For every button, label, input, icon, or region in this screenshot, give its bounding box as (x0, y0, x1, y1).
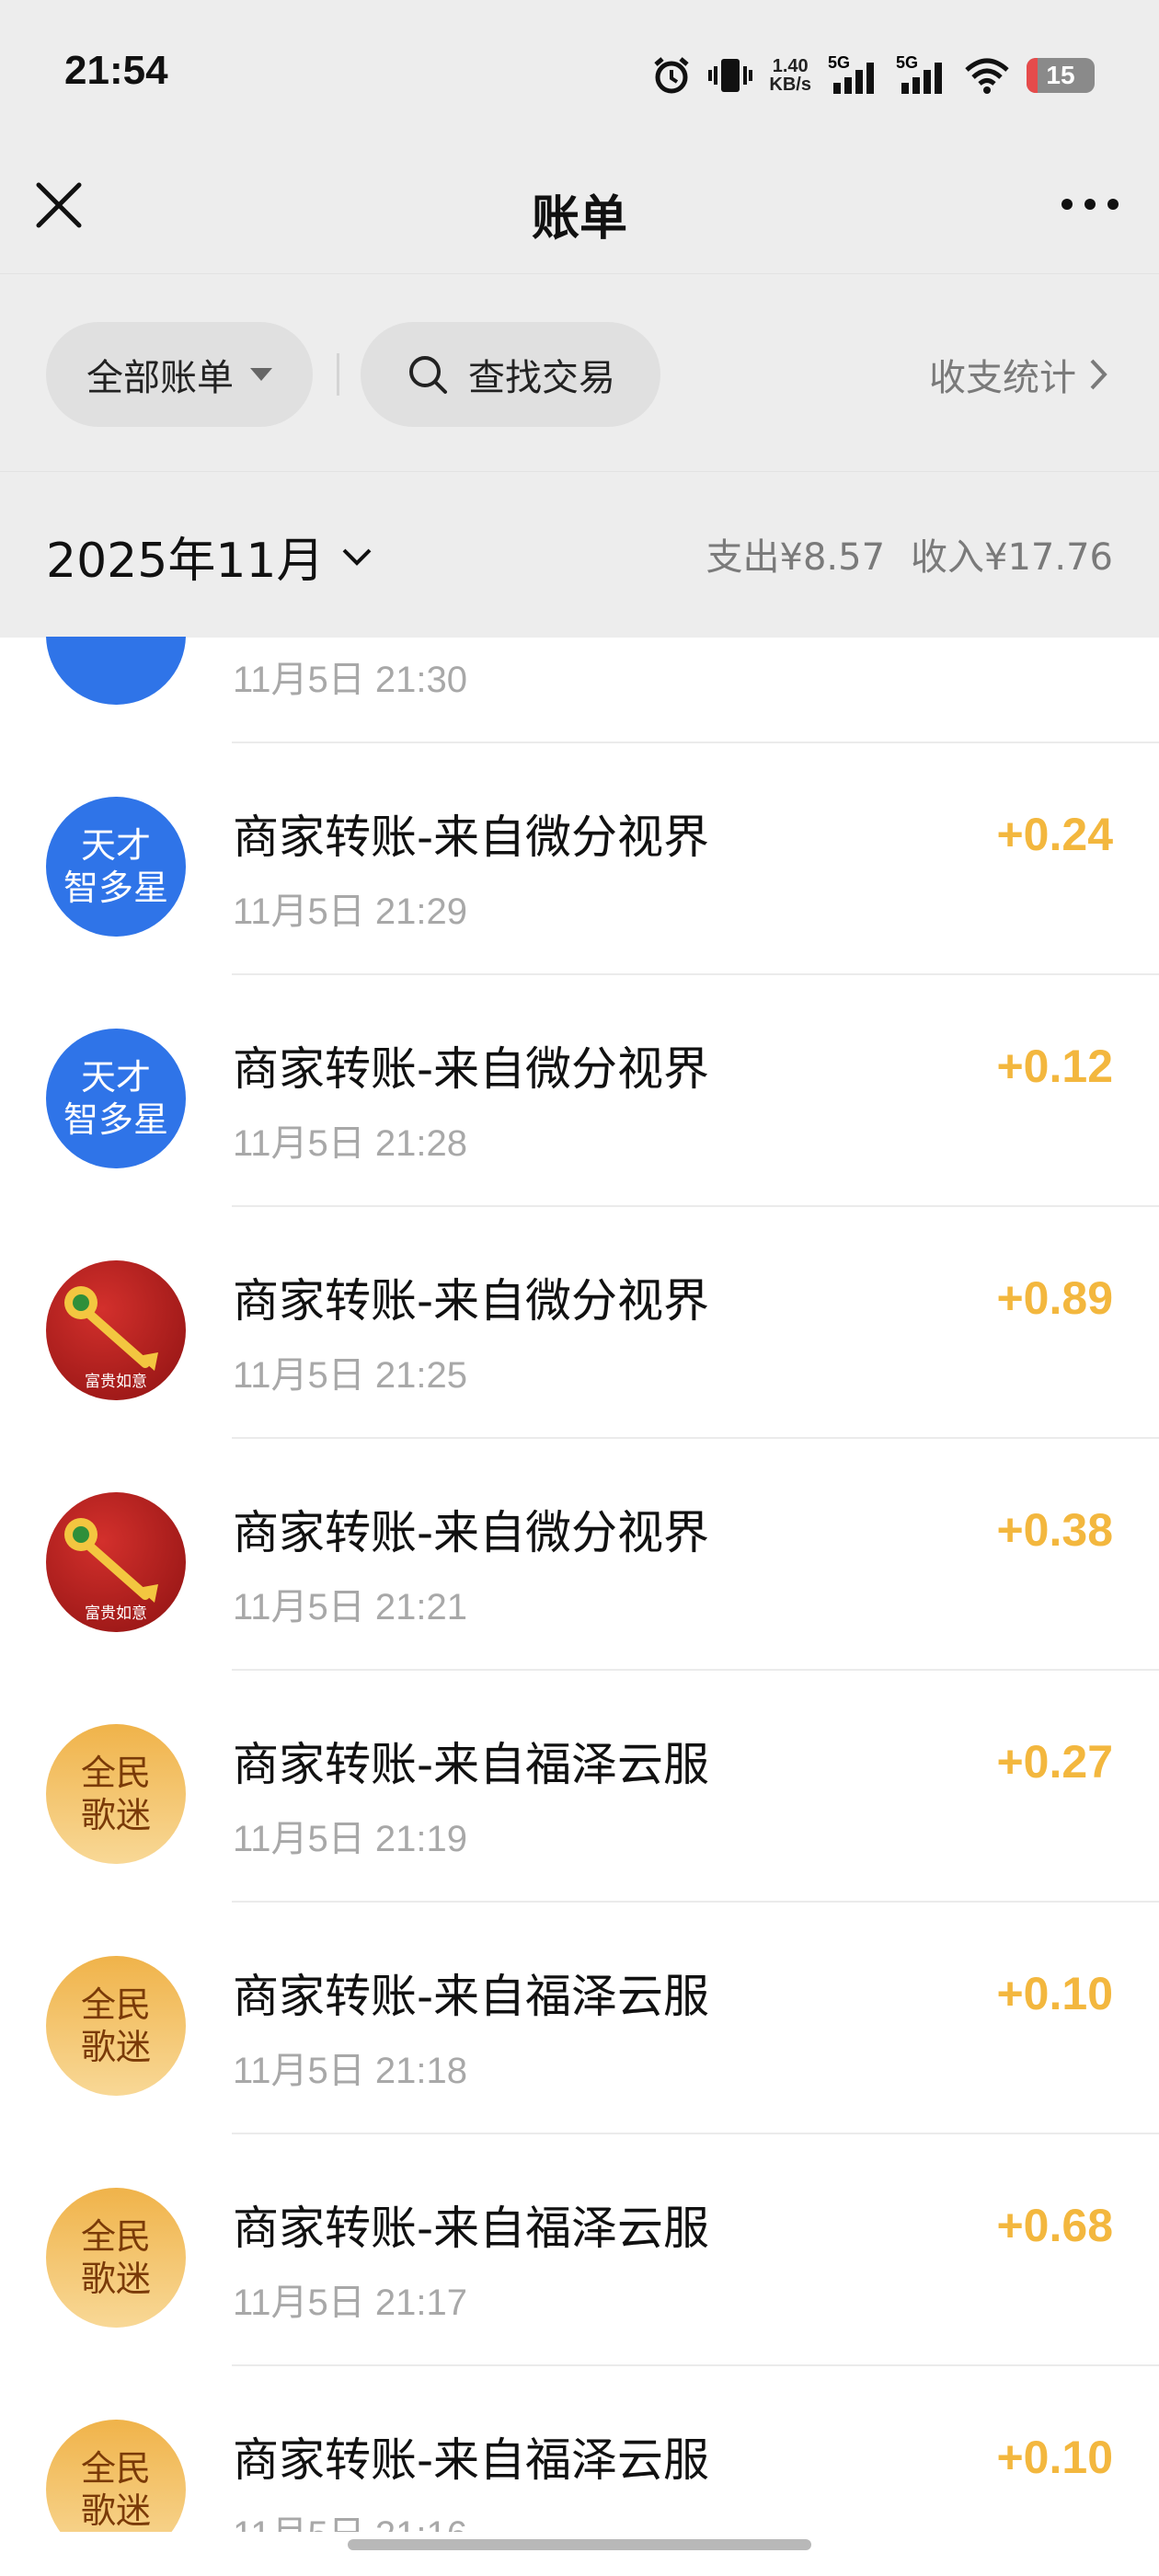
signal-2-icon: 5G (896, 53, 947, 96)
transaction-time: 11月5日 21:25 (233, 1355, 467, 1396)
transaction-row[interactable]: 全民 歌迷 商家转账-来自福泽云服 11月5日 21:17 +0.68 (0, 2134, 1159, 2366)
transaction-title: 商家转账-来自微分视界 (233, 1274, 710, 1328)
net-speed-unit: KB/s (769, 75, 811, 95)
caret-down-icon (250, 368, 272, 381)
filter-divider (337, 353, 339, 396)
income-expense-stats-link[interactable]: 收支统计 (929, 348, 1107, 401)
avatar-text: 全民 (80, 1984, 151, 2025)
transaction-title: 商家转账-来自福泽云服 (233, 2433, 710, 2487)
avatar-text: 歌迷 (80, 2490, 151, 2531)
filter-bar: 全部账单 查找交易 收支统计 (0, 273, 1159, 472)
transaction-row[interactable]: 11月5日 21:30 (0, 637, 1159, 743)
battery-level: 15 (1046, 61, 1075, 89)
avatar-text: 天才 (80, 825, 151, 866)
transaction-time: 11月5日 21:28 (233, 1123, 467, 1164)
transaction-amount: +0.89 (996, 1272, 1113, 1324)
status-bar: 21:54 1.40 KB/s 5G 5G 15 (0, 0, 1159, 152)
avatar-text: 歌迷 (80, 2027, 151, 2067)
transaction-row[interactable]: 富贵如意 商家转账-来自微分视界 11月5日 21:25 +0.89 (0, 1207, 1159, 1439)
signal-2-label: 5G (896, 53, 919, 72)
transaction-amount: +0.10 (996, 1968, 1113, 2019)
month-selector[interactable]: 2025年11月 (46, 522, 373, 591)
transaction-title: 商家转账-来自微分视界 (233, 1042, 710, 1096)
chevron-down-icon (342, 548, 371, 566)
merchant-avatar: 富贵如意 (46, 1492, 186, 1632)
all-bills-dropdown[interactable]: 全部账单 (46, 322, 313, 427)
transaction-amount: +0.10 (996, 2432, 1113, 2483)
expense-total: 支出¥8.57 (706, 536, 886, 579)
merchant-avatar: 天才 智多星 (46, 797, 186, 937)
transaction-time: 11月5日 21:29 (233, 891, 467, 932)
merchant-avatar: 全民 歌迷 (46, 1724, 186, 1864)
transaction-amount: +0.24 (996, 809, 1113, 860)
avatar-text: 歌迷 (80, 1795, 151, 1835)
transaction-title: 商家转账-来自微分视界 (233, 811, 710, 864)
transaction-row[interactable]: 全民 歌迷 商家转账-来自福泽云服 11月5日 21:18 +0.10 (0, 1903, 1159, 2134)
transaction-amount: +0.68 (996, 2200, 1113, 2251)
stats-label: 收支统计 (929, 357, 1076, 399)
transaction-time: 11月5日 21:21 (233, 1587, 467, 1627)
merchant-avatar: 全民 歌迷 (46, 1956, 186, 2096)
avatar-text: 全民 (80, 1753, 151, 1793)
transaction-row[interactable]: 富贵如意 商家转账-来自微分视界 11月5日 21:21 +0.38 (0, 1439, 1159, 1671)
avatar-text: 智多星 (63, 1099, 168, 1140)
transaction-time: 11月5日 21:18 (233, 2051, 467, 2091)
merchant-avatar: 富贵如意 (46, 1260, 186, 1400)
transaction-time: 11月5日 21:30 (233, 660, 467, 700)
avatar-text: 天才 (80, 1057, 151, 1098)
search-label: 查找交易 (468, 357, 615, 399)
page-title: 账单 (531, 191, 627, 247)
transaction-title: 商家转账-来自福泽云服 (233, 1738, 710, 1791)
transaction-list: 11月5日 21:30 天才 智多星 商家转账-来自微分视界 11月5日 21:29 +0… (0, 637, 1159, 2532)
net-speed-value: 1.40 (772, 56, 809, 76)
network-speed: 1.40 KB/s (769, 57, 811, 94)
signal-1-label: 5G (828, 53, 851, 72)
transaction-time: 11月5日 21:17 (233, 2283, 467, 2323)
transaction-row[interactable]: 全民歌迷商家转账-来自福泽云服11月5日 21:16+0.10 (0, 2366, 1159, 2532)
transaction-row[interactable]: 天才 智多星 商家转账-来自微分视界 11月5日 21:29 +0.24 (0, 743, 1159, 975)
wifi-icon (965, 58, 1009, 94)
transaction-title: 商家转账-来自福泽云服 (233, 2202, 710, 2255)
avatar-text: 歌迷 (80, 2259, 151, 2299)
search-icon (409, 356, 447, 394)
transaction-row[interactable]: 天才 智多星 商家转账-来自微分视界 11月5日 21:28 +0.12 (0, 975, 1159, 1207)
all-bills-label: 全部账单 (86, 357, 234, 399)
vibrate-icon (708, 59, 753, 92)
battery-indicator: 15 (1027, 58, 1095, 93)
transaction-title: 商家转账-来自微分视界 (233, 1506, 710, 1559)
transaction-amount: +0.27 (996, 1736, 1113, 1788)
avatar-caption: 富贵如意 (85, 1604, 147, 1623)
merchant-avatar: 天才 智多星 (46, 1029, 186, 1168)
merchant-avatar: 全民 歌迷 (46, 2188, 186, 2328)
transaction-title: 商家转账-来自福泽云服 (233, 1970, 710, 2023)
merchant-avatar: 全民 歌迷 (46, 2420, 186, 2532)
status-time: 21:54 (64, 48, 168, 93)
avatar-text: 全民 (80, 2216, 151, 2257)
transaction-time: 11月5日 21:16 (233, 2504, 467, 2532)
transaction-amount: +0.12 (996, 1041, 1113, 1092)
avatar-caption: 富贵如意 (85, 1373, 147, 1391)
avatar-text: 全民 (80, 2448, 151, 2489)
status-icons: 1.40 KB/s 5G 5G 15 (651, 48, 1095, 103)
nav-bar: 账单 (0, 152, 1159, 273)
transaction-time: 11月5日 21:19 (233, 1819, 467, 1859)
month-label: 2025年11月 (46, 534, 325, 589)
home-indicator (348, 2539, 811, 2550)
income-total: 收入¥17.76 (911, 536, 1113, 579)
avatar-text: 智多星 (63, 868, 168, 908)
search-transactions-button[interactable]: 查找交易 (361, 322, 660, 427)
transaction-row[interactable]: 全民 歌迷 商家转账-来自福泽云服 11月5日 21:19 +0.27 (0, 1671, 1159, 1903)
month-summary: 支出¥8.57 收入¥17.76 (706, 527, 1113, 581)
alarm-icon (654, 57, 690, 94)
month-header: 2025年11月 支出¥8.57 收入¥17.76 (0, 471, 1159, 638)
more-icon[interactable] (1058, 190, 1122, 218)
merchant-avatar (46, 637, 186, 705)
signal-1-icon: 5G (828, 53, 879, 96)
chevron-right-icon (1090, 359, 1107, 390)
transaction-amount: +0.38 (996, 1504, 1113, 1556)
